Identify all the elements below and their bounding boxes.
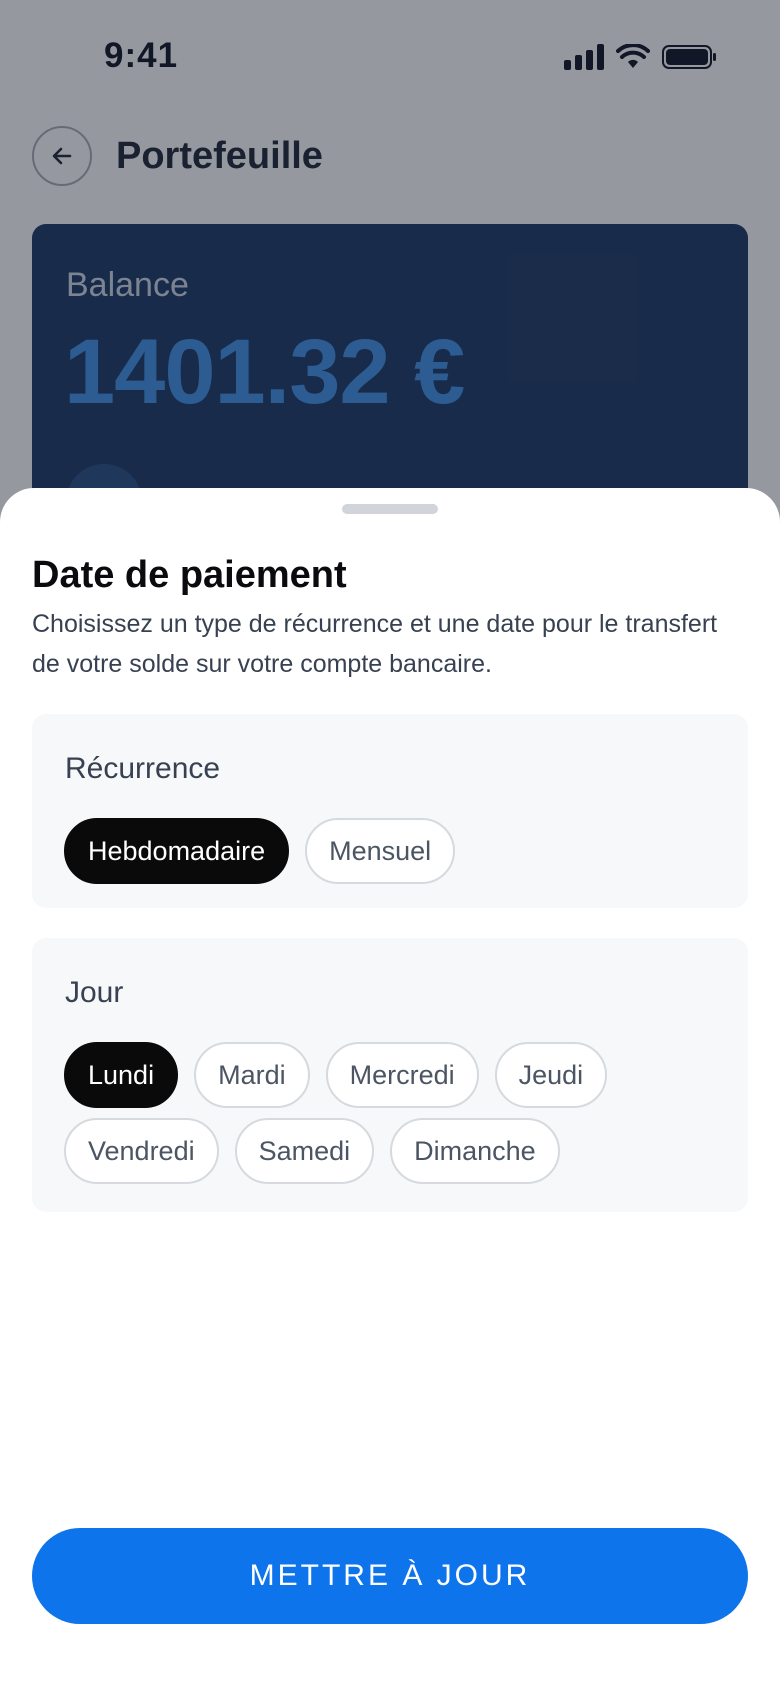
sheet-title: Date de paiement: [32, 554, 347, 596]
recurrence-section: Récurrence Hebdomadaire Mensuel: [32, 714, 748, 908]
day-chip-dimanche[interactable]: Dimanche: [390, 1118, 560, 1184]
recurrence-chip-hebdomadaire[interactable]: Hebdomadaire: [64, 818, 290, 884]
day-chip-lundi[interactable]: Lundi: [64, 1042, 179, 1108]
day-chip-mercredi[interactable]: Mercredi: [325, 1042, 479, 1108]
day-options: Lundi Mardi Mercredi Jeudi Vendredi Same…: [64, 1042, 724, 1184]
day-chip-samedi[interactable]: Samedi: [234, 1118, 375, 1184]
day-chip-mardi[interactable]: Mardi: [194, 1042, 310, 1108]
recurrence-label: Récurrence: [65, 752, 221, 785]
recurrence-chip-mensuel[interactable]: Mensuel: [305, 818, 456, 884]
day-label: Jour: [65, 976, 124, 1009]
day-chip-vendredi[interactable]: Vendredi: [64, 1118, 219, 1184]
day-section: Jour Lundi Mardi Mercredi Jeudi Vendredi…: [32, 938, 748, 1212]
sheet-description: Choisissez un type de récurrence et une …: [32, 610, 718, 678]
payment-date-sheet: Date de paiement Choisissez un type de r…: [0, 488, 780, 1688]
day-chip-jeudi[interactable]: Jeudi: [494, 1042, 608, 1108]
sheet-grabber[interactable]: [342, 504, 438, 514]
recurrence-options: Hebdomadaire Mensuel: [64, 818, 724, 884]
update-button[interactable]: METTRE À JOUR: [32, 1528, 748, 1624]
